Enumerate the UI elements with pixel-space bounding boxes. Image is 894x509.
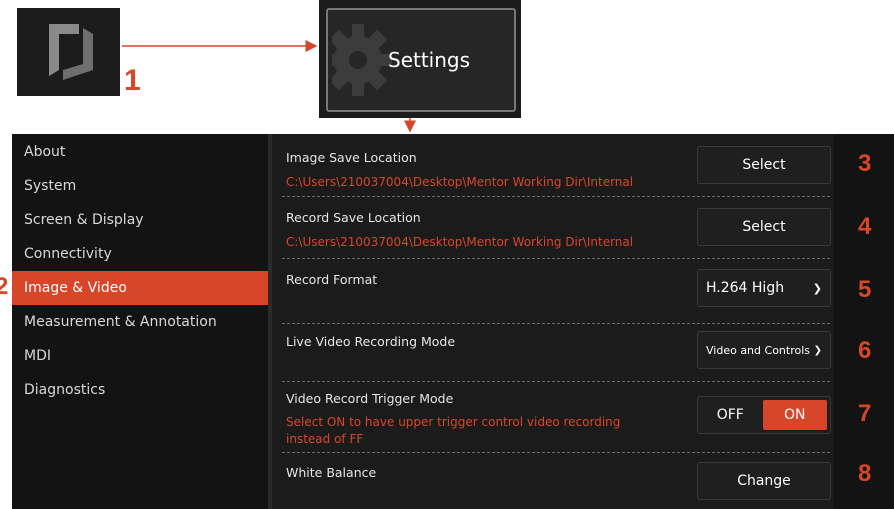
trigger-mode-description: Select ON to have upper trigger control … <box>286 415 621 446</box>
record-save-path: C:\Users\210037004\Desktop\Mentor Workin… <box>286 235 634 249</box>
settings-panel: About System Screen & Display Connectivi… <box>12 134 894 509</box>
sidebar-item-connectivity[interactable]: Connectivity <box>12 237 268 271</box>
live-video-mode-value: Video and Controls <box>706 343 811 357</box>
callout-number-5: 5 <box>858 276 872 303</box>
settings-sidebar: About System Screen & Display Connectivi… <box>12 134 268 509</box>
callout-number-6: 6 <box>858 337 872 364</box>
record-save-select-button[interactable]: Select <box>697 208 831 246</box>
record-format-label: Record Format <box>286 272 378 287</box>
image-save-select-button[interactable]: Select <box>697 146 831 184</box>
chevron-down-icon: ❯ <box>812 281 822 295</box>
toggle-on-option[interactable]: ON <box>762 400 827 430</box>
sidebar-item-measurement-annotation[interactable]: Measurement & Annotation <box>12 305 268 339</box>
app-launcher-icon[interactable] <box>17 8 120 96</box>
sidebar-item-diagnostics[interactable]: Diagnostics <box>12 373 268 407</box>
row-divider <box>282 196 830 197</box>
settings-label: Settings <box>388 48 471 72</box>
sidebar-item-mdi[interactable]: MDI <box>12 339 268 373</box>
sidebar-item-screen-display[interactable]: Screen & Display <box>12 203 268 237</box>
record-save-location-label: Record Save Location <box>286 210 421 225</box>
callout-number-3: 3 <box>858 150 872 177</box>
sidebar-item-image-video[interactable]: Image & Video <box>12 271 268 305</box>
live-video-mode-dropdown[interactable]: Video and Controls ❯ <box>697 331 831 369</box>
callout-number-8: 8 <box>858 460 872 487</box>
record-format-value: H.264 High <box>706 280 785 296</box>
row-divider <box>282 258 830 259</box>
chevron-down-icon: ❯ <box>813 344 822 356</box>
image-video-settings: Image Save Location C:\Users\210037004\D… <box>272 134 834 509</box>
white-balance-change-button[interactable]: Change <box>697 462 831 500</box>
callout-number-7: 7 <box>858 400 872 427</box>
sidebar-item-about[interactable]: About <box>12 135 268 169</box>
settings-tile[interactable]: Settings <box>319 0 521 118</box>
toggle-off-option[interactable]: OFF <box>698 397 763 433</box>
live-video-recording-mode-label: Live Video Recording Mode <box>286 334 456 349</box>
callout-number-2: 2 <box>0 273 9 300</box>
callout-number-1: 1 <box>124 64 141 97</box>
settings-button[interactable]: Settings <box>326 8 516 112</box>
callout-number-4: 4 <box>858 213 872 240</box>
app-logo-icon <box>49 24 93 80</box>
sidebar-item-system[interactable]: System <box>12 169 268 203</box>
row-divider <box>282 323 830 324</box>
row-divider <box>282 452 830 453</box>
video-record-trigger-mode-label: Video Record Trigger Mode <box>286 391 454 406</box>
image-save-path: C:\Users\210037004\Desktop\Mentor Workin… <box>286 175 634 189</box>
row-divider <box>282 381 830 382</box>
white-balance-label: White Balance <box>286 465 377 480</box>
record-format-dropdown[interactable]: H.264 High ❯ <box>697 269 831 307</box>
image-save-location-label: Image Save Location <box>286 150 417 165</box>
trigger-mode-toggle[interactable]: OFF ON <box>697 396 831 434</box>
